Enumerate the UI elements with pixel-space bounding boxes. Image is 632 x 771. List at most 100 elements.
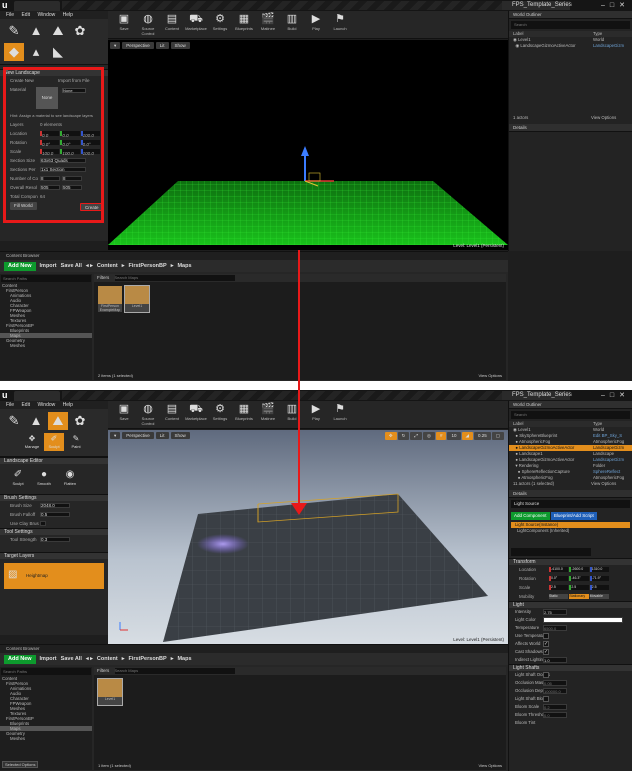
save-button[interactable]: ▣ Save <box>112 11 136 38</box>
window-controls[interactable]: –□✕ <box>601 1 630 9</box>
landscape-editor-header[interactable]: Landscape Editor <box>0 457 108 464</box>
rot-y[interactable]: -46.3° <box>569 576 589 581</box>
breadcrumb-content[interactable]: Content <box>97 263 118 269</box>
brush-falloff-input[interactable]: 0.5 <box>40 512 70 517</box>
bloom-threshold-input[interactable]: 0.0 <box>543 712 567 718</box>
search-assets-input[interactable]: Search Maps <box>114 667 235 674</box>
menu-help[interactable]: Help <box>63 11 73 19</box>
loc-x[interactable]: -4100.0 <box>549 567 569 572</box>
col-label[interactable]: Label <box>513 421 524 426</box>
breadcrumb-firstpersonbp[interactable]: FirstPersonBP <box>128 656 166 662</box>
content-browser-tab[interactable]: Content Browser <box>0 252 508 260</box>
content-button[interactable]: ▤ Content <box>160 11 184 38</box>
tool-settings-header[interactable]: Tool Settings <box>0 528 108 535</box>
play-button[interactable]: ▶ Play <box>304 11 328 38</box>
foliage-mode-icon[interactable]: ✿ <box>70 22 90 40</box>
viewport-options-button[interactable]: ▾ <box>110 432 121 439</box>
asset-tile-selected[interactable]: Level1 <box>124 285 150 313</box>
scale-z[interactable]: 2.5 <box>589 585 609 590</box>
menu-edit[interactable]: Edit <box>21 11 30 19</box>
mobility-buttons[interactable]: Static Stationary Movable <box>549 594 609 599</box>
maximize-icon[interactable]: ▢ <box>491 432 504 440</box>
add-new-button[interactable]: Add New <box>4 654 36 664</box>
menu-file[interactable]: File <box>6 11 14 19</box>
paint-tab[interactable]: ✎ Paint <box>66 433 86 451</box>
manage-tab[interactable]: ✥ Manage <box>22 433 42 451</box>
scale-fields[interactable]: 2.5 2.5 2.5 <box>549 585 609 590</box>
heightmap-layer[interactable]: ▨ Heightmap <box>4 563 104 589</box>
viewport[interactable]: ▾ Perspective Lit Show ✥ ↻ ⤢ ◎ # 10 ◢ 0.… <box>108 430 508 644</box>
mobility-stationary[interactable]: Stationary <box>569 594 589 599</box>
import-button[interactable]: Import <box>40 263 57 269</box>
settings-button[interactable]: ⚙ Settings <box>208 401 232 428</box>
menu-edit[interactable]: Edit <box>21 401 30 409</box>
use-clay-checkbox[interactable] <box>40 521 46 526</box>
level-tab[interactable] <box>14 1 60 11</box>
outliner-search-input[interactable]: Search <box>511 21 630 29</box>
menu-window[interactable]: Window <box>37 11 55 19</box>
camera-speed[interactable]: 0.25 <box>473 432 491 440</box>
details-name-input[interactable]: Light Source <box>511 500 630 508</box>
lit-button[interactable]: Lit <box>155 42 169 49</box>
launch-button[interactable]: ⚑ Launch <box>328 401 352 428</box>
matinee-button[interactable]: 🎬 Matinee <box>256 401 280 428</box>
perspective-button[interactable]: Perspective <box>122 432 154 439</box>
grid-snap-icon[interactable]: # <box>435 432 447 440</box>
nav-arrows[interactable]: ◂ ▸ <box>86 656 93 662</box>
window-controls[interactable]: –□✕ <box>601 391 630 399</box>
smooth-tool[interactable]: ● Smooth <box>34 468 54 486</box>
world-outliner-tab[interactable]: World Outliner <box>509 11 632 19</box>
place-mode-icon[interactable]: ✎ <box>4 412 24 430</box>
details-tab[interactable]: Details <box>509 124 632 132</box>
paint-mode-icon[interactable]: ▲ <box>26 22 46 40</box>
view-options-button[interactable]: View Options <box>479 763 503 768</box>
breadcrumb-maps[interactable]: Maps <box>177 656 191 662</box>
import-button[interactable]: Import <box>40 656 57 662</box>
brush-settings-header[interactable]: Brush Settings <box>0 494 108 501</box>
sculpt-mode-icon[interactable]: ◣ <box>48 43 68 61</box>
lit-button[interactable]: Lit <box>155 432 169 439</box>
filters-button[interactable]: Filters <box>97 668 109 673</box>
geometry-mode-icon[interactable]: ◆ <box>4 43 24 61</box>
add-component-button[interactable]: Add Component <box>511 512 550 520</box>
blueprints-button[interactable]: ▦ Blueprints <box>232 401 256 428</box>
foliage-mode-icon[interactable]: ✿ <box>70 412 90 430</box>
rot-z[interactable]: -71.9° <box>589 576 609 581</box>
grid-size[interactable]: 10 <box>447 432 461 440</box>
blueprints-button[interactable]: ▦ Blueprints <box>232 11 256 38</box>
play-button[interactable]: ▶ Play <box>304 401 328 428</box>
rotation-fields[interactable]: 0.0° -46.3° -71.9° <box>549 576 609 581</box>
occlusion-mask-input[interactable]: 0.05 <box>543 680 567 686</box>
view-options-button[interactable]: View Options <box>479 373 503 378</box>
indirect-lighting-input[interactable]: 1.0 <box>543 657 567 663</box>
save-button[interactable]: ▣ Save <box>112 401 136 428</box>
search-assets-input[interactable]: Search Maps <box>114 274 235 281</box>
flatten-tool[interactable]: ◉ Flatten <box>60 468 80 486</box>
sculpt-tab[interactable]: ✐ Sculpt <box>44 433 64 451</box>
launch-button[interactable]: ⚑ Launch <box>328 11 352 38</box>
source-control-button[interactable]: ◍ Source Control <box>136 401 160 428</box>
mobility-static[interactable]: Static <box>549 594 569 599</box>
build-button[interactable]: ▥ Build <box>280 11 304 38</box>
build-button[interactable]: ▥ Build <box>280 401 304 428</box>
menu-window[interactable]: Window <box>37 401 55 409</box>
light-shafts-header[interactable]: Light Shafts <box>509 664 632 671</box>
outliner-row[interactable]: ◉ LandscapeGizmoActiveActor LandscapeGizm <box>509 43 632 49</box>
sculpt-tool[interactable]: ✐ Sculpt <box>8 468 28 486</box>
temperature-input[interactable]: 6500.0 <box>543 625 567 631</box>
menu-help[interactable]: Help <box>63 401 73 409</box>
mobility-movable[interactable]: Movable <box>589 594 609 599</box>
col-label[interactable]: Label <box>513 31 524 36</box>
brush-size-input[interactable]: 2048.0 <box>40 503 70 508</box>
landscape-mode-icon[interactable]: ⛰ <box>48 412 68 430</box>
show-button[interactable]: Show <box>170 42 190 49</box>
scale-icon[interactable]: ⤢ <box>410 432 423 440</box>
location-fields[interactable]: -4100.0 -2600.0 1310.0 <box>549 567 609 572</box>
camera-speed-icon[interactable]: ◢ <box>461 432 473 440</box>
rotate-icon[interactable]: ↻ <box>397 432 410 440</box>
use-temperature-checkbox[interactable] <box>543 633 549 639</box>
level-tab[interactable] <box>14 391 60 401</box>
matinee-button[interactable]: 🎬 Matinee <box>256 11 280 38</box>
view-options-button[interactable]: View Options <box>591 481 616 487</box>
tree-item[interactable]: Meshes <box>0 343 92 348</box>
